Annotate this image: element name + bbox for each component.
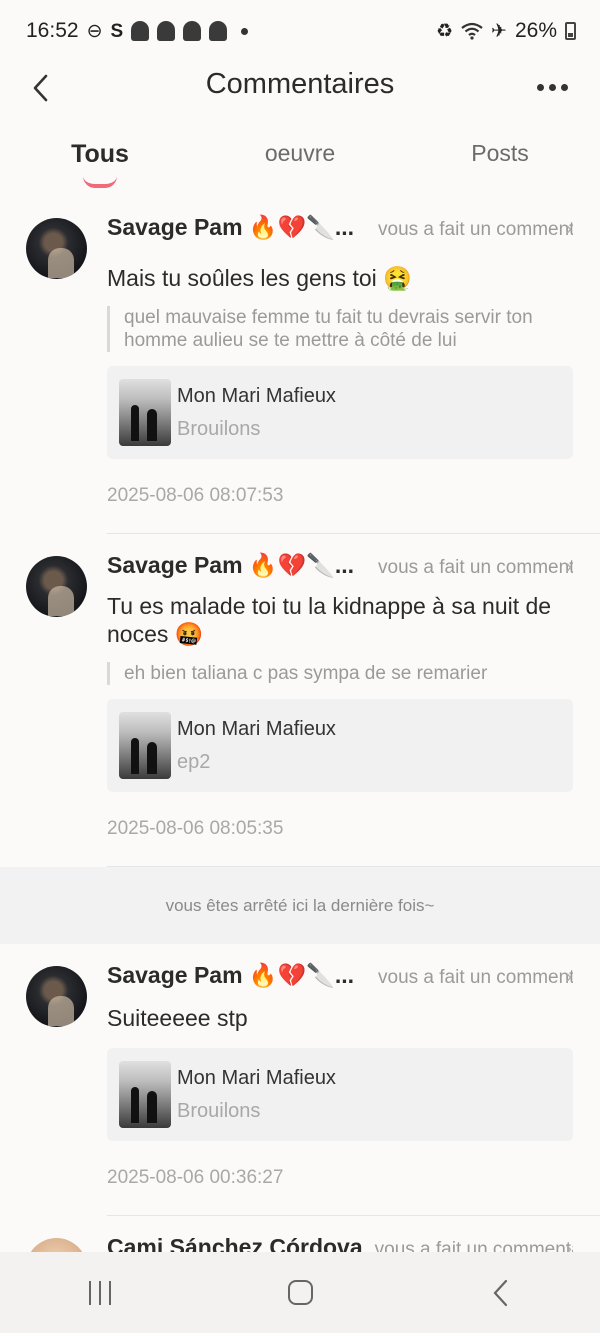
chevron-right-icon: ›	[565, 1238, 572, 1252]
story-chapter: Brouilons	[177, 1099, 261, 1122]
recents-button[interactable]	[70, 1263, 130, 1323]
status-time: 16:52	[26, 19, 79, 42]
story-thumbnail	[119, 712, 171, 779]
action-text: vous a fait un commentaire	[374, 1239, 573, 1252]
chevron-right-icon: ›	[565, 966, 572, 988]
chevron-right-icon: ›	[565, 218, 572, 240]
comment-item[interactable]: › Savage Pam 🔥💔🔪... vous a fait un comme…	[0, 534, 600, 867]
s-icon: S	[110, 20, 124, 42]
more-options-button[interactable]	[532, 72, 572, 102]
tab-label: oeuvre	[264, 140, 336, 166]
comment-item[interactable]: › Cami Sánchez Córdova vous a fait un co…	[0, 1216, 600, 1252]
home-icon	[287, 1280, 313, 1305]
timestamp: 2025-08-06 00:36:27	[107, 1167, 284, 1188]
battery-percentage: 26%	[514, 19, 557, 42]
story-chapter: Brouilons	[177, 417, 261, 440]
comment-text: Mais tu soûles les gens toi 🤮	[107, 265, 412, 291]
avatar[interactable]	[26, 966, 87, 1027]
tab-label: Tous	[71, 140, 129, 168]
comment-list: › Savage Pam 🔥💔🔪... vous a fait un comme…	[0, 196, 600, 1252]
comment-text: Suiteeeee stp	[107, 1005, 248, 1031]
story-card[interactable]: Mon Mari Mafieux Brouilons	[107, 366, 573, 459]
tab-posts[interactable]: Posts	[400, 130, 600, 196]
quoted-comment: eh bien taliana c pas sympa de se remari…	[107, 662, 573, 685]
snapchat-icon	[157, 21, 176, 41]
story-title: Mon Mari Mafieux	[177, 717, 336, 740]
username[interactable]: Savage Pam 🔥💔🔪...	[107, 552, 354, 579]
story-thumbnail	[119, 1061, 171, 1128]
action-text: vous a fait un commentaire	[378, 219, 573, 240]
more-dots-icon	[536, 83, 544, 91]
battery-icon	[565, 22, 576, 40]
comment-item[interactable]: › Savage Pam 🔥💔🔪... vous a fait un comme…	[0, 944, 600, 1216]
quoted-comment: quel mauvaise femme tu fait tu devrais s…	[107, 306, 573, 352]
avatar[interactable]	[26, 556, 87, 617]
snapchat-icon	[209, 21, 228, 41]
timestamp: 2025-08-06 08:07:53	[107, 485, 284, 506]
wifi-icon	[461, 22, 483, 40]
story-title: Mon Mari Mafieux	[177, 1066, 336, 1089]
snapchat-icon	[183, 21, 202, 41]
avatar[interactable]	[26, 218, 87, 279]
battery-saver-icon: ♻	[436, 20, 454, 42]
divider	[107, 866, 600, 867]
story-card[interactable]: Mon Mari Mafieux Brouilons	[107, 1048, 573, 1141]
tab-active-indicator	[83, 176, 117, 188]
avatar[interactable]	[26, 1238, 87, 1252]
header: Commentaires	[0, 62, 600, 114]
back-icon	[493, 1279, 508, 1306]
action-text: vous a fait un commentaire	[378, 967, 573, 988]
do-not-disturb-icon: ⊖	[86, 20, 103, 42]
story-thumbnail	[119, 379, 171, 446]
airplane-icon: ✈	[491, 20, 507, 42]
system-nav-bar	[0, 1252, 600, 1333]
story-title: Mon Mari Mafieux	[177, 384, 336, 407]
status-bar: 16:52 ⊖ S ♻ ✈ 26%	[0, 0, 600, 62]
tab-tous[interactable]: Tous	[0, 130, 200, 196]
username[interactable]: Savage Pam 🔥💔🔪...	[107, 214, 354, 241]
home-button[interactable]	[270, 1263, 330, 1323]
timestamp: 2025-08-06 08:05:35	[107, 818, 284, 839]
action-text: vous a fait un commentaire	[378, 557, 573, 578]
last-read-separator: vous êtes arrêté ici la dernière fois~	[0, 867, 600, 944]
recents-icon	[89, 1280, 111, 1305]
page-title: Commentaires	[205, 68, 395, 100]
story-chapter: ep2	[177, 750, 211, 773]
dot-icon	[241, 27, 249, 35]
chevron-right-icon: ›	[565, 556, 572, 578]
comment-text: Tu es malade toi tu la kidnappe à sa nui…	[107, 593, 552, 647]
username[interactable]: Savage Pam 🔥💔🔪...	[107, 962, 354, 989]
tab-bar: Tous oeuvre Posts	[0, 130, 600, 196]
tab-oeuvre[interactable]: oeuvre	[200, 130, 400, 196]
comment-item[interactable]: › Savage Pam 🔥💔🔪... vous a fait un comme…	[0, 196, 600, 534]
tab-label: Posts	[471, 140, 529, 166]
story-card[interactable]: Mon Mari Mafieux ep2	[107, 699, 573, 792]
username[interactable]: Cami Sánchez Córdova	[107, 1234, 363, 1252]
snapchat-icon	[131, 21, 150, 41]
system-back-button[interactable]	[470, 1263, 530, 1323]
